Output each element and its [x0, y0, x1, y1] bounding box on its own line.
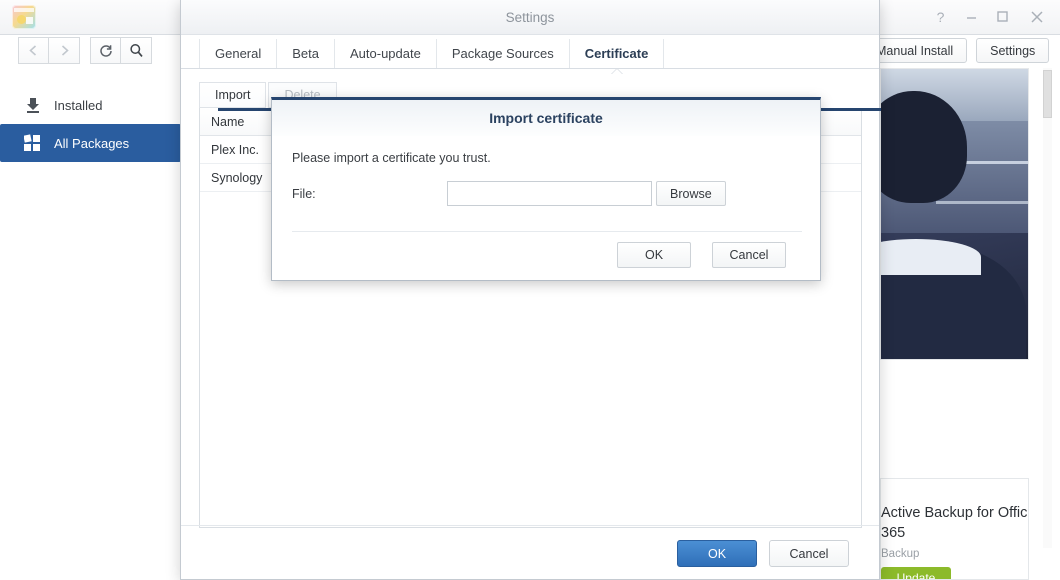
package-banner-image	[880, 68, 1029, 360]
package-card[interactable]: Active Backup for Office 365 Backup Upda…	[880, 478, 1029, 580]
settings-window: Settings General Beta Auto-update Packag…	[180, 0, 881, 580]
settings-footer: OK Cancel	[181, 525, 879, 579]
sidebar-item-label: All Packages	[54, 135, 130, 151]
package-center-icon	[12, 5, 36, 29]
sidebar: Installed All Packages	[0, 72, 182, 580]
file-field-row: File: Browse	[292, 181, 800, 206]
package-title: Active Backup for Office 365	[881, 505, 1029, 541]
minimize-icon[interactable]	[963, 9, 980, 26]
tab-general[interactable]: General	[199, 39, 278, 68]
dialog-title: Import certificate	[489, 110, 603, 126]
dialog-cancel-button[interactable]: Cancel	[712, 242, 786, 268]
file-field-label: File:	[292, 186, 316, 201]
download-icon	[22, 94, 44, 116]
sidebar-item-label: Installed	[54, 97, 103, 113]
tab-auto-update[interactable]: Auto-update	[335, 39, 437, 68]
search-button[interactable]	[121, 37, 152, 64]
settings-ok-button[interactable]: OK	[677, 540, 757, 567]
refresh-button[interactable]	[90, 37, 121, 64]
settings-tabbar: General Beta Auto-update Package Sources…	[181, 39, 879, 69]
tab-beta[interactable]: Beta	[277, 39, 335, 68]
settings-button[interactable]: Settings	[976, 38, 1050, 63]
back-button[interactable]	[18, 37, 49, 64]
forward-button[interactable]	[49, 37, 80, 64]
maximize-icon[interactable]	[994, 9, 1011, 26]
import-button[interactable]: Import	[199, 82, 267, 108]
chevron-left-icon	[29, 45, 37, 56]
settings-window-title: Settings	[505, 9, 555, 25]
browse-button[interactable]: Browse	[656, 181, 726, 206]
package-center-toolbar-buttons: Manual Install Settings	[862, 38, 1050, 63]
dialog-separator	[292, 231, 802, 232]
sidebar-item-all-packages[interactable]: All Packages	[0, 124, 181, 162]
grid-squares-icon	[22, 132, 44, 154]
sidebar-item-installed[interactable]: Installed	[0, 86, 181, 124]
dialog-ok-button[interactable]: OK	[617, 242, 691, 268]
dialog-header: Import certificate	[272, 100, 820, 137]
navigation-toolbar	[18, 37, 152, 64]
help-icon[interactable]: ?	[932, 9, 949, 26]
file-input[interactable]	[447, 181, 652, 206]
dialog-body: Please import a certificate you trust. F…	[272, 137, 820, 206]
package-category: Backup	[881, 548, 920, 560]
content-scrollbar-track[interactable]	[1043, 68, 1052, 548]
refresh-icon	[99, 44, 112, 57]
tab-package-sources[interactable]: Package Sources	[437, 39, 570, 68]
content-scrollbar-thumb[interactable]	[1043, 70, 1052, 118]
search-icon	[129, 44, 143, 57]
settings-cancel-button[interactable]: Cancel	[769, 540, 849, 567]
tab-certificate[interactable]: Certificate	[570, 39, 665, 68]
package-update-button[interactable]: Update	[881, 567, 951, 579]
close-icon[interactable]	[1028, 9, 1045, 26]
dialog-description: Please import a certificate you trust.	[292, 151, 491, 165]
screen: ? Manual Install Settings Installed All …	[0, 0, 1060, 580]
settings-titlebar: Settings	[181, 0, 879, 35]
chevron-right-icon	[61, 45, 69, 56]
import-certificate-dialog: Import certificate Please import a certi…	[271, 97, 821, 281]
